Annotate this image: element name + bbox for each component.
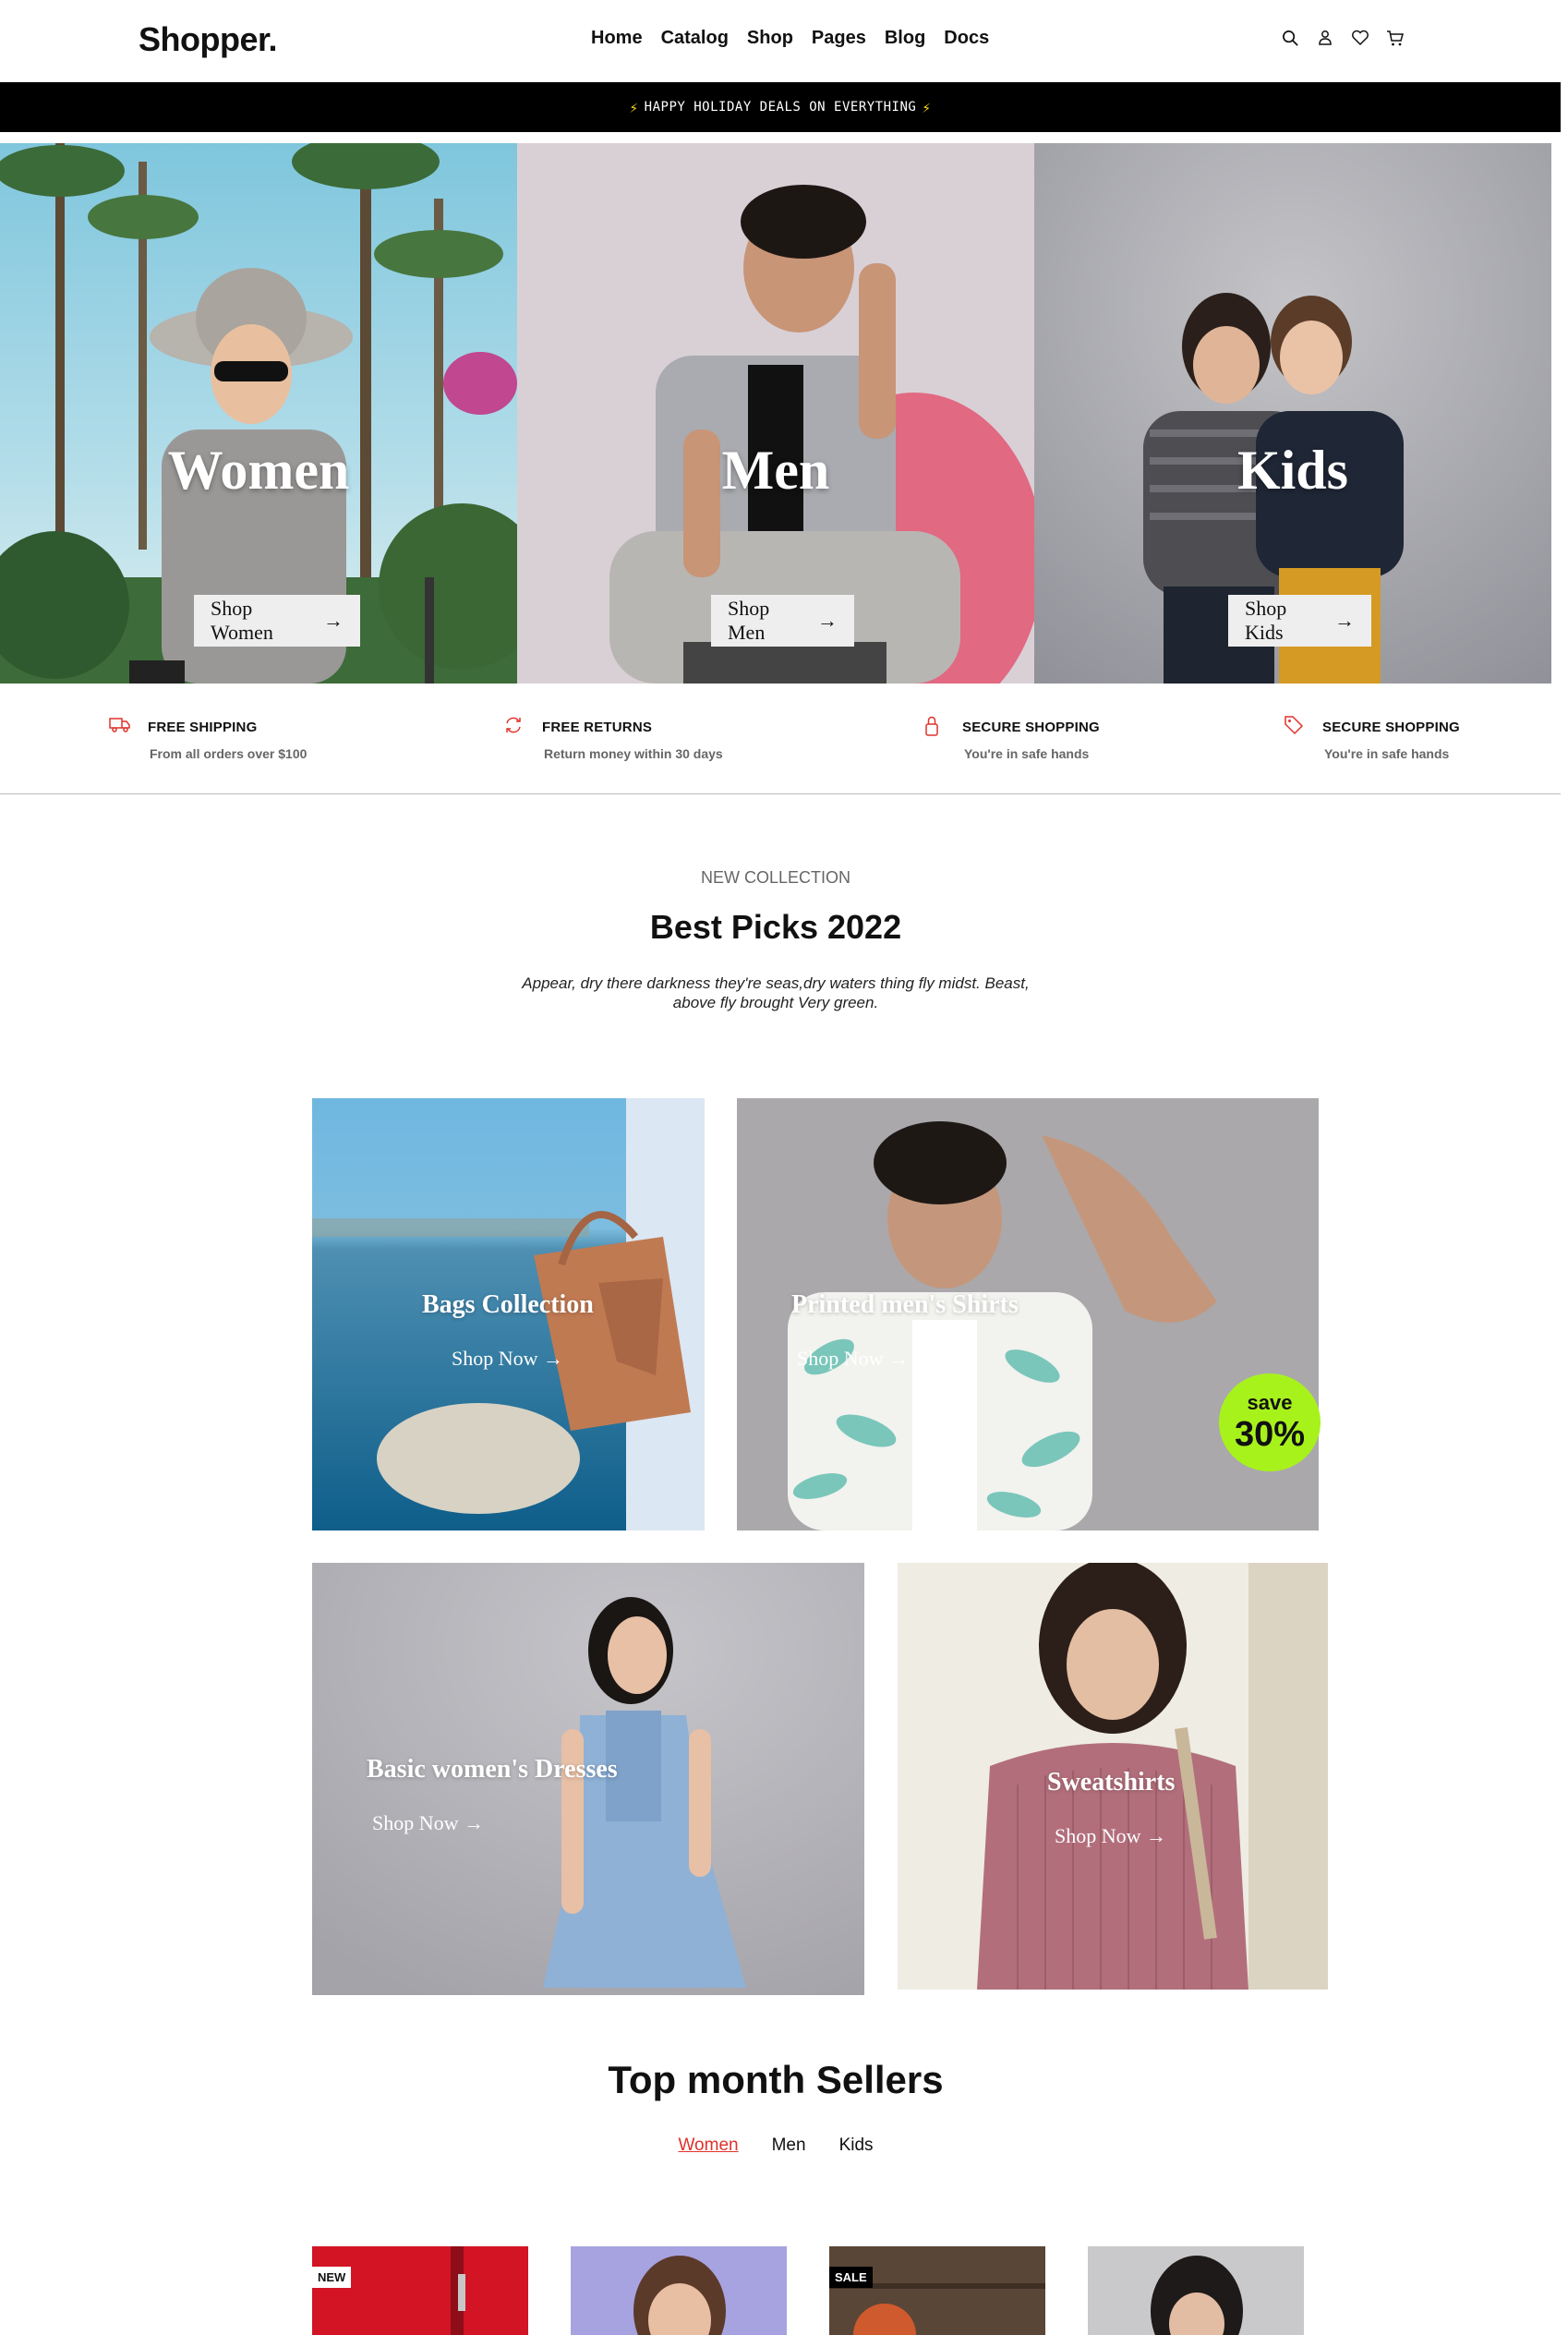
tab-kids[interactable]: Kids — [839, 2135, 874, 2156]
shop-now-link[interactable]: Shop Now → — [372, 1811, 484, 1835]
lightning-icon: ⚡ — [922, 98, 932, 116]
hero-kids[interactable]: Kids Shop Kids → — [1034, 143, 1551, 684]
user-icon[interactable] — [1316, 28, 1334, 48]
collection-title: Bags Collection — [422, 1290, 594, 1319]
shop-kids-label: Shop Kids — [1245, 597, 1287, 644]
feature-title: SECURE SHOPPING — [1322, 720, 1460, 735]
header-icons — [1281, 28, 1405, 48]
shop-now-label: Shop Now — [797, 1347, 884, 1370]
shop-now-label: Shop Now — [1055, 1824, 1141, 1847]
save-badge: save 30% — [1219, 1373, 1321, 1471]
collection-bags[interactable]: Bags Collection Shop Now → — [312, 1098, 705, 1530]
feature-subtitle: Return money within 30 days — [544, 746, 723, 761]
main-nav: Home Catalog Shop Pages Blog Docs — [591, 28, 989, 49]
feature-title: FREE SHIPPING — [148, 720, 258, 735]
hero-title-women: Women — [167, 440, 350, 501]
shop-women-button[interactable]: Shop Women → — [194, 595, 360, 647]
sale-badge: SALE — [829, 2267, 873, 2288]
shop-kids-button[interactable]: Shop Kids → — [1228, 595, 1371, 647]
feature-subtitle: From all orders over $100 — [150, 746, 308, 761]
truck-icon — [109, 715, 131, 737]
nav-shop[interactable]: Shop — [747, 28, 793, 49]
section-description: Appear, dry there darkness they're seas,… — [517, 974, 1034, 1012]
product-image — [1088, 2246, 1304, 2335]
product-image — [829, 2246, 1045, 2335]
tab-women[interactable]: Women — [678, 2135, 738, 2156]
new-badge: NEW — [312, 2267, 352, 2288]
product-card[interactable] — [1088, 2246, 1304, 2335]
shop-now-label: Shop Now — [452, 1347, 538, 1370]
tag-icon — [1284, 715, 1306, 737]
collection-shirts[interactable]: Printed men's Shirts Shop Now → — [737, 1098, 1319, 1530]
product-card[interactable]: SALE — [829, 2246, 1045, 2335]
hero-banners: Women Shop Women → Men Shop Men → Kids S… — [0, 143, 1551, 684]
shop-now-link[interactable]: Shop Now → — [797, 1347, 909, 1371]
hero-men[interactable]: Men Shop Men → — [517, 143, 1034, 684]
logo[interactable]: Shopper. — [139, 20, 278, 59]
hero-women[interactable]: Women Shop Women → — [0, 143, 517, 684]
shop-men-label: Shop Men — [728, 597, 770, 644]
shop-men-button[interactable]: Shop Men → — [711, 595, 854, 647]
description-line: above fly brought Very green. — [672, 994, 879, 1011]
search-icon[interactable] — [1281, 28, 1299, 48]
refresh-icon — [503, 715, 525, 737]
product-image — [312, 2246, 528, 2335]
arrow-right-icon: → — [323, 609, 344, 632]
arrow-right-icon: → — [1146, 1824, 1167, 1847]
shop-now-link[interactable]: Shop Now → — [1055, 1824, 1166, 1848]
save-badge-label: save — [1247, 1391, 1293, 1414]
shop-women-label: Shop Women — [211, 597, 273, 644]
arrow-right-icon: → — [888, 1347, 910, 1370]
lightning-icon: ⚡ — [629, 98, 639, 116]
sellers-title: Top month Sellers — [608, 2058, 944, 2101]
nav-docs[interactable]: Docs — [944, 28, 989, 49]
tab-men[interactable]: Men — [772, 2135, 806, 2156]
site-header: Shopper. Home Catalog Shop Pages Blog Do… — [0, 0, 1568, 82]
promo-bar: ⚡ HAPPY HOLIDAY DEALS ON EVERYTHING ⚡ — [0, 82, 1561, 132]
product-card[interactable] — [571, 2246, 787, 2335]
feature-subtitle: You're in safe hands — [1324, 746, 1450, 761]
shop-now-link[interactable]: Shop Now → — [452, 1347, 563, 1371]
collection-dresses[interactable]: Basic women's Dresses Shop Now → — [312, 1563, 864, 1995]
sellers-tabs: Women Men Kids — [0, 2135, 1551, 2156]
shop-now-label: Shop Now — [372, 1811, 459, 1834]
features-bar: FREE SHIPPING From all orders over $100 … — [0, 684, 1561, 794]
collection-title: Printed men's Shirts — [791, 1290, 1019, 1319]
product-card[interactable]: NEW — [312, 2246, 528, 2335]
arrow-right-icon: → — [543, 1347, 564, 1370]
feature-title: SECURE SHOPPING — [962, 720, 1100, 735]
hero-title-kids: Kids — [1236, 440, 1349, 501]
nav-home[interactable]: Home — [591, 28, 643, 49]
save-badge-percent: 30% — [1234, 1415, 1306, 1454]
cart-icon[interactable] — [1386, 28, 1405, 48]
feature-title: FREE RETURNS — [542, 720, 653, 735]
arrow-right-icon: → — [1334, 609, 1355, 632]
collection-sweatshirts[interactable]: Sweatshirts Shop Now → — [898, 1563, 1328, 1990]
lock-icon — [923, 715, 946, 737]
nav-catalog[interactable]: Catalog — [661, 28, 729, 49]
arrow-right-icon: → — [817, 609, 838, 632]
section-title: Best Picks 2022 — [649, 908, 902, 946]
collection-title: Basic women's Dresses — [367, 1755, 618, 1784]
section-eyebrow: NEW COLLECTION — [700, 868, 851, 887]
description-line: Appear, dry there darkness they're seas,… — [522, 974, 1030, 992]
product-image — [571, 2246, 787, 2335]
feature-subtitle: You're in safe hands — [964, 746, 1090, 761]
nav-pages[interactable]: Pages — [812, 28, 866, 49]
heart-icon[interactable] — [1351, 28, 1369, 48]
nav-blog[interactable]: Blog — [885, 28, 925, 49]
hero-title-men: Men — [721, 440, 830, 501]
arrow-right-icon: → — [464, 1811, 485, 1834]
collection-title: Sweatshirts — [1047, 1768, 1176, 1797]
promo-text: HAPPY HOLIDAY DEALS ON EVERYTHING — [644, 100, 917, 115]
